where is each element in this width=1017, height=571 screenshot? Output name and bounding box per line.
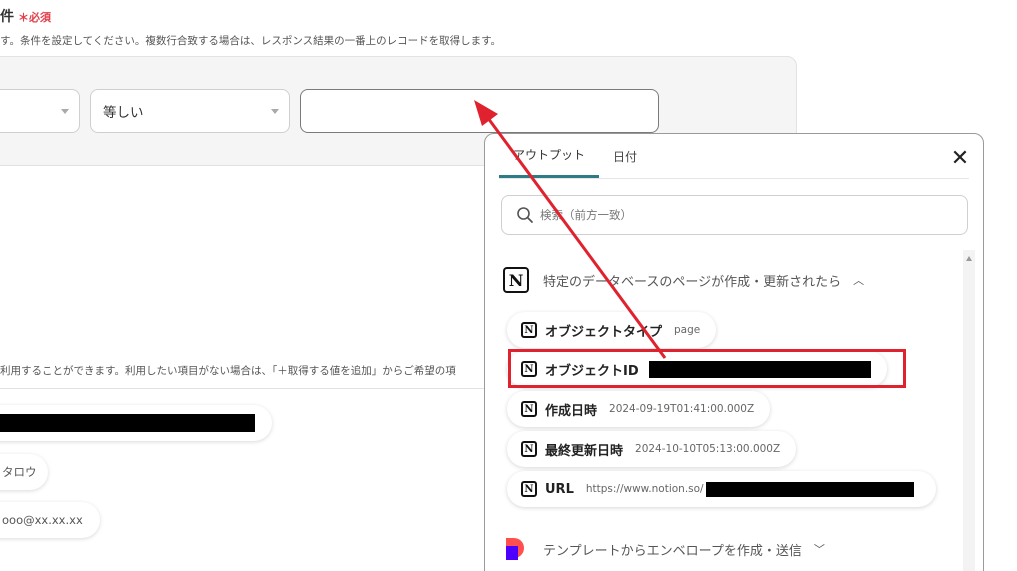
highlight-box	[508, 349, 906, 388]
notion-icon: N	[503, 267, 529, 293]
condition-title: 件＊必須	[0, 9, 51, 25]
condition-description: す。条件を設定してください。複数行合致する場合は、レスポンス結果の一番上のレコー…	[0, 35, 502, 47]
notion-icon: N	[521, 481, 537, 497]
docusign-icon	[503, 536, 529, 562]
search-icon	[517, 207, 533, 223]
chevron-down-icon	[271, 109, 279, 114]
notion-icon: N	[521, 401, 537, 417]
tab-date[interactable]: 日付	[599, 134, 651, 178]
output-item-object-type[interactable]: N オブジェクトタイプ page	[507, 312, 717, 348]
notion-icon: N	[521, 441, 537, 457]
item-name: 作成日時	[545, 403, 598, 419]
redacted-value	[705, 481, 914, 497]
tab-divider	[499, 178, 969, 179]
item-name: 最終更新日時	[545, 443, 624, 459]
tab-bar: アウトプット 日付	[499, 134, 651, 178]
notion-icon: N	[521, 322, 537, 338]
operator-select[interactable]: 等しい	[90, 89, 290, 133]
search-input[interactable]	[540, 208, 940, 222]
section-label: 特定のデータベースのページが作成・更新されたら	[543, 274, 842, 290]
value-text: タロウ	[2, 465, 37, 479]
output-item-last-edited-time[interactable]: N 最終更新日時 2024-10-10T05:13:00.000Z	[507, 431, 797, 467]
required-badge: ＊必須	[18, 11, 51, 24]
section-notion-trigger[interactable]: N 特定のデータベースのページが作成・更新されたら ︿	[503, 267, 864, 293]
chevron-down-icon	[61, 109, 69, 114]
scrollbar[interactable]	[963, 250, 975, 571]
item-value: https://www.notion.so/	[585, 483, 704, 495]
scroll-up-icon[interactable]	[966, 256, 972, 261]
output-item-created-time[interactable]: N 作成日時 2024-09-19T01:41:00.000Z	[507, 391, 771, 427]
item-value: 2024-10-10T05:13:00.000Z	[635, 443, 781, 455]
value-pill-3[interactable]: ooo@xx.xx.xx	[0, 502, 100, 538]
tab-output[interactable]: アウトプット	[499, 134, 600, 178]
chevron-down-icon: ﹀	[813, 543, 825, 556]
field-select[interactable]	[0, 89, 80, 133]
search-box	[501, 195, 968, 235]
section-docusign-action[interactable]: テンプレートからエンベロープを作成・送信 ﹀	[503, 536, 825, 562]
item-name: URL	[545, 481, 574, 497]
close-icon[interactable]: ✕	[949, 148, 971, 170]
value-pill-2[interactable]: タロウ	[0, 454, 48, 490]
output-item-url[interactable]: N URL https://www.notion.so/	[507, 471, 936, 507]
operator-value: 等しい	[103, 105, 144, 121]
value-text: ooo@xx.xx.xx	[2, 513, 83, 527]
value-input[interactable]	[300, 89, 659, 133]
section-label: テンプレートからエンベロープを作成・送信	[543, 543, 802, 559]
chevron-up-icon: ︿	[853, 274, 865, 287]
item-name: オブジェクトタイプ	[545, 324, 663, 340]
divider	[0, 388, 484, 389]
get-values-description: 利用することができます。利用したい項目がない場合は、「＋取得する値を追加」からご…	[0, 365, 456, 377]
value-pill-1[interactable]	[0, 405, 272, 441]
item-value: 2024-09-19T01:41:00.000Z	[609, 403, 755, 415]
item-value: page	[674, 324, 701, 336]
redacted-value	[0, 414, 255, 432]
